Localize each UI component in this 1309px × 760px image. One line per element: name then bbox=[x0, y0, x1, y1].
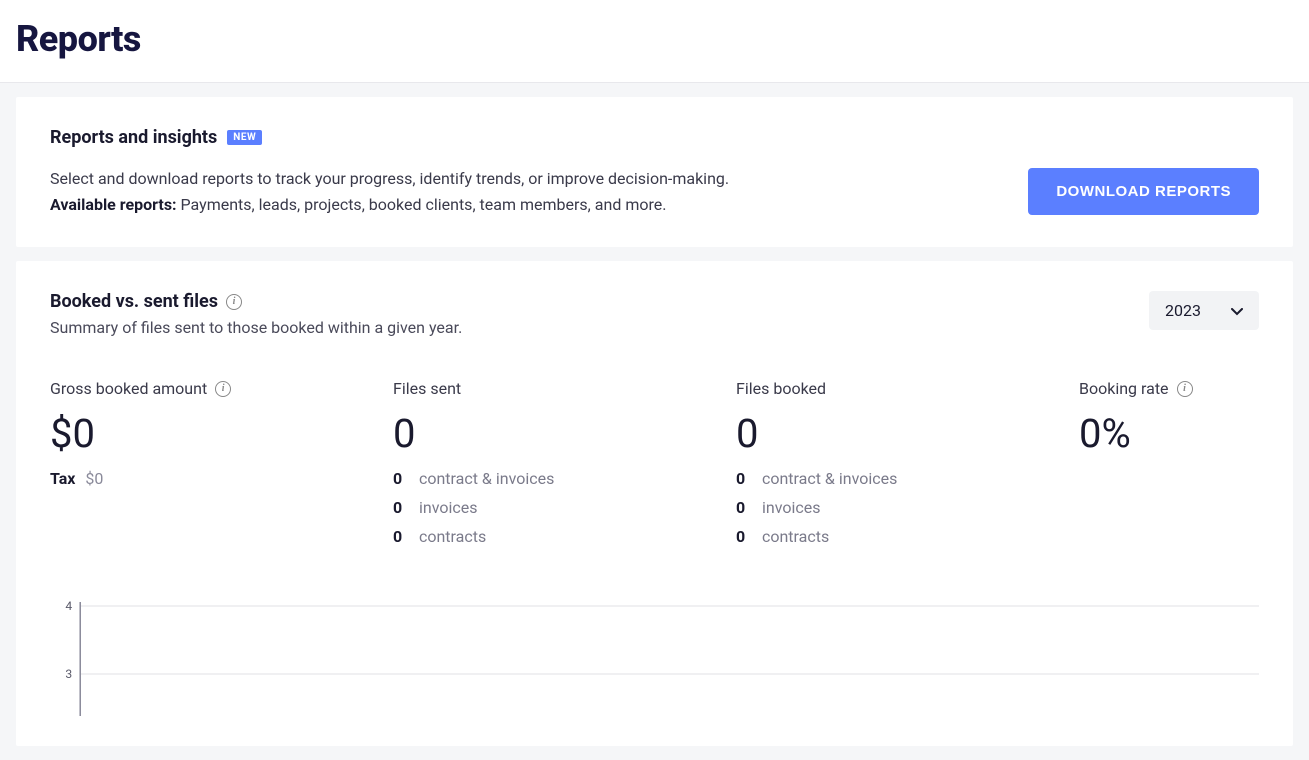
metric-sent-label-row: Files sent bbox=[393, 379, 736, 398]
booked-title-block: Booked vs. sent files i Summary of files… bbox=[50, 291, 462, 337]
page-header: Reports bbox=[0, 0, 1309, 83]
booked-subtitle: Summary of files sent to those booked wi… bbox=[50, 318, 462, 337]
info-icon[interactable]: i bbox=[226, 294, 242, 310]
tax-value: $0 bbox=[85, 469, 103, 488]
count: 0 bbox=[736, 498, 752, 517]
year-selected-value: 2023 bbox=[1165, 301, 1201, 320]
available-reports-label: Available reports: bbox=[50, 195, 177, 214]
year-select[interactable]: 2023 bbox=[1149, 291, 1259, 330]
label: contract & invoices bbox=[762, 469, 897, 488]
label: contracts bbox=[762, 527, 829, 546]
booked-title-row: Booked vs. sent files i bbox=[50, 291, 462, 312]
booked-title: Booked vs. sent files bbox=[50, 291, 218, 312]
insights-desc-line1: Select and download reports to track you… bbox=[50, 169, 729, 188]
count: 0 bbox=[393, 527, 409, 546]
metric-booked-label-row: Files booked bbox=[736, 379, 1079, 398]
content-area: Reports and insights NEW Select and down… bbox=[0, 97, 1309, 746]
new-badge: NEW bbox=[227, 130, 262, 145]
metric-rate-label: Booking rate bbox=[1079, 379, 1169, 398]
chart-area: 4 3 bbox=[50, 596, 1259, 716]
y-tick-3: 3 bbox=[65, 667, 72, 681]
insights-body: Select and download reports to track you… bbox=[50, 166, 1259, 217]
metric-sent-label: Files sent bbox=[393, 379, 461, 398]
metric-sent-row-0: 0 contract & invoices bbox=[393, 469, 736, 488]
metric-booked-value: 0 bbox=[736, 410, 1079, 457]
metric-booked-row-0: 0 contract & invoices bbox=[736, 469, 1079, 488]
label: invoices bbox=[419, 498, 478, 517]
insights-title: Reports and insights bbox=[50, 127, 217, 148]
metric-booked-row-1: 0 invoices bbox=[736, 498, 1079, 517]
label: contracts bbox=[419, 527, 486, 546]
available-reports-list: Payments, leads, projects, booked client… bbox=[181, 195, 667, 214]
booked-vs-sent-card: Booked vs. sent files i Summary of files… bbox=[16, 261, 1293, 746]
metric-sent: Files sent 0 0 contract & invoices 0 inv… bbox=[393, 379, 736, 556]
reports-insights-card: Reports and insights NEW Select and down… bbox=[16, 97, 1293, 247]
label: invoices bbox=[762, 498, 821, 517]
tax-label: Tax bbox=[50, 469, 75, 488]
insights-description: Select and download reports to track you… bbox=[50, 166, 729, 217]
metric-gross-label-row: Gross booked amount i bbox=[50, 379, 393, 398]
booked-header: Booked vs. sent files i Summary of files… bbox=[50, 291, 1259, 337]
metric-sent-value: 0 bbox=[393, 410, 736, 457]
count: 0 bbox=[393, 498, 409, 517]
metric-gross: Gross booked amount i $0 Tax $0 bbox=[50, 379, 393, 556]
metrics-row: Gross booked amount i $0 Tax $0 Files se… bbox=[50, 379, 1259, 556]
metric-booked-label: Files booked bbox=[736, 379, 826, 398]
label: contract & invoices bbox=[419, 469, 554, 488]
y-tick-4: 4 bbox=[65, 599, 72, 613]
metric-sent-row-1: 0 invoices bbox=[393, 498, 736, 517]
count: 0 bbox=[736, 469, 752, 488]
download-reports-button[interactable]: DOWNLOAD REPORTS bbox=[1028, 168, 1259, 215]
count: 0 bbox=[736, 527, 752, 546]
metric-gross-tax: Tax $0 bbox=[50, 469, 393, 488]
metric-gross-label: Gross booked amount bbox=[50, 379, 207, 398]
info-icon[interactable]: i bbox=[215, 381, 231, 397]
metric-rate-value: 0% bbox=[1079, 410, 1259, 457]
metric-booked-row-2: 0 contracts bbox=[736, 527, 1079, 546]
chart-svg: 4 3 bbox=[50, 596, 1259, 716]
count: 0 bbox=[393, 469, 409, 488]
metric-sent-row-2: 0 contracts bbox=[393, 527, 736, 546]
insights-header: Reports and insights NEW bbox=[50, 127, 1259, 148]
metric-rate-label-row: Booking rate i bbox=[1079, 379, 1259, 398]
info-icon[interactable]: i bbox=[1177, 381, 1193, 397]
metric-rate: Booking rate i 0% bbox=[1079, 379, 1259, 556]
metric-booked: Files booked 0 0 contract & invoices 0 i… bbox=[736, 379, 1079, 556]
metric-gross-value: $0 bbox=[50, 410, 393, 457]
page-title: Reports bbox=[16, 18, 1293, 60]
chevron-down-icon bbox=[1231, 301, 1243, 320]
